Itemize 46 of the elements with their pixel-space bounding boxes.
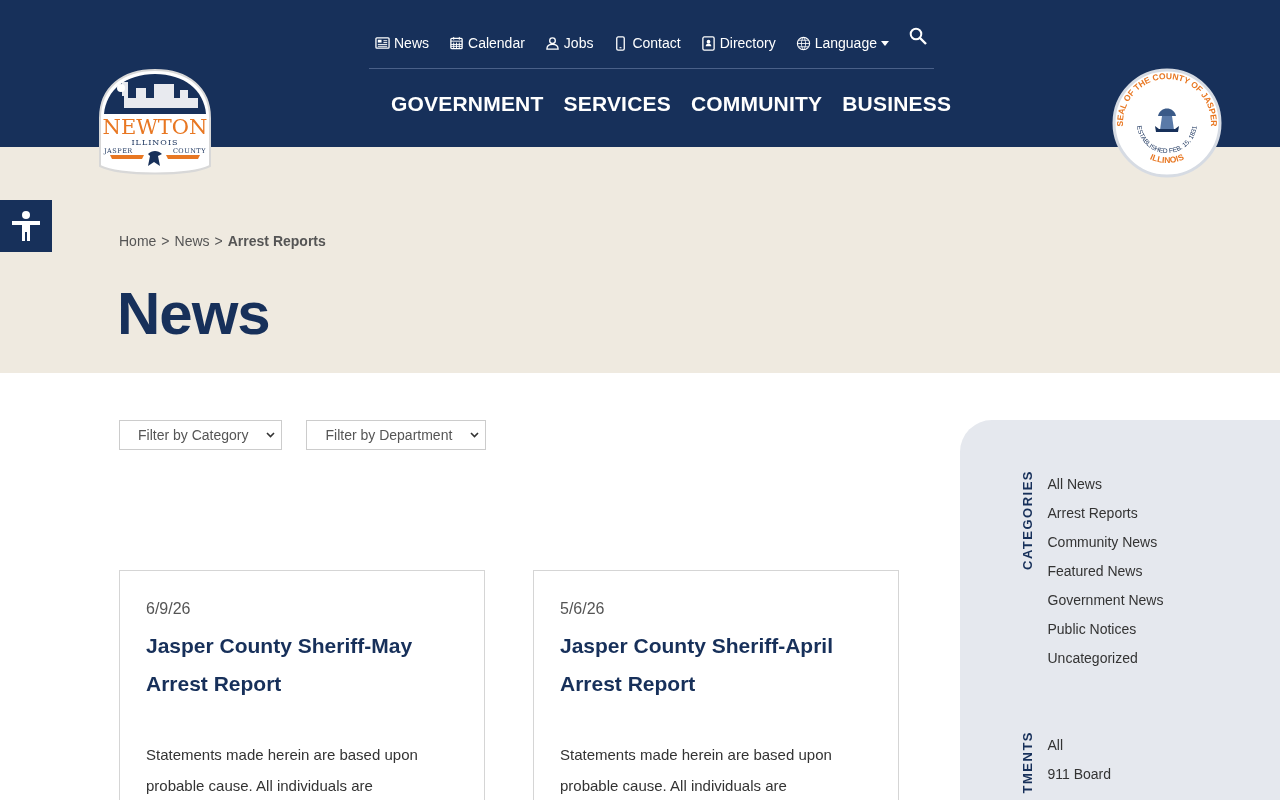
filter-dropdown[interactable]: Filter by Department: [306, 420, 487, 450]
breadcrumb-link[interactable]: Home: [119, 231, 157, 252]
post-excerpt: Statements made herein are based upon probable cause. All individuals are: [146, 745, 419, 796]
nav-link[interactable]: Calendar: [449, 32, 525, 54]
breadcrumb-separator: >: [161, 232, 170, 251]
accessibility-icon: [11, 210, 41, 242]
sidebar-link[interactable]: Public Notices: [1047, 615, 1164, 644]
nav-link[interactable]: News: [375, 32, 429, 54]
main-nav-link[interactable]: COMMUNITY: [690, 88, 823, 120]
calendar-icon: [449, 35, 464, 51]
sidebar-link[interactable]: All News: [1047, 470, 1164, 499]
breadcrumb-link[interactable]: News: [174, 231, 210, 252]
contact-card-icon: [700, 35, 716, 51]
person-icon: [544, 35, 560, 51]
sidebar-link[interactable]: Arrest Reports: [1047, 499, 1164, 528]
main-nav-link[interactable]: SERVICES: [563, 88, 671, 120]
post-title[interactable]: Jasper County Sheriff-May Arrest Report: [146, 627, 458, 703]
sidebar-link[interactable]: 911 Board: [1047, 760, 1112, 789]
main-nav-link[interactable]: GOVERNMENT: [391, 88, 544, 120]
sidebar-link[interactable]: Government News: [1047, 586, 1164, 615]
breadcrumb-current: Arrest Reports: [227, 232, 326, 251]
caret-icon: [881, 40, 889, 46]
filter-dropdown[interactable]: Filter by Category: [119, 420, 283, 450]
search-icon[interactable]: [909, 27, 927, 45]
accessibility-button[interactable]: [0, 200, 52, 252]
chevron-down-icon: [266, 432, 276, 438]
page-title: News: [117, 279, 270, 349]
main-nav-link[interactable]: BUSINESS: [842, 88, 952, 120]
sidebar-heading: TMENTS: [1019, 731, 1036, 794]
globe-icon: [795, 35, 811, 51]
sidebar-link[interactable]: Featured News: [1047, 557, 1164, 586]
post-date: 6/9/26: [146, 599, 192, 619]
sidebar-link[interactable]: All: [1047, 731, 1112, 760]
newspaper-icon: [375, 35, 390, 51]
sidebar-heading: CATEGORIES: [1019, 470, 1036, 570]
sidebar-link[interactable]: Community News: [1047, 528, 1164, 557]
post-excerpt: Statements made herein are based upon probable cause. All individuals are: [560, 745, 833, 796]
chevron-down-icon: [470, 432, 480, 438]
nav-link[interactable]: Directory: [700, 32, 776, 54]
breadcrumb-separator: >: [214, 232, 223, 251]
nav-link[interactable]: Jobs: [544, 32, 594, 54]
post-title[interactable]: Jasper County Sheriff-April Arrest Report: [560, 627, 872, 703]
nav-link[interactable]: Contact: [613, 32, 681, 54]
sidebar-link[interactable]: Uncategorized: [1047, 644, 1164, 673]
post-date: 5/6/26: [560, 599, 606, 619]
language-dropdown[interactable]: Language: [795, 32, 889, 54]
